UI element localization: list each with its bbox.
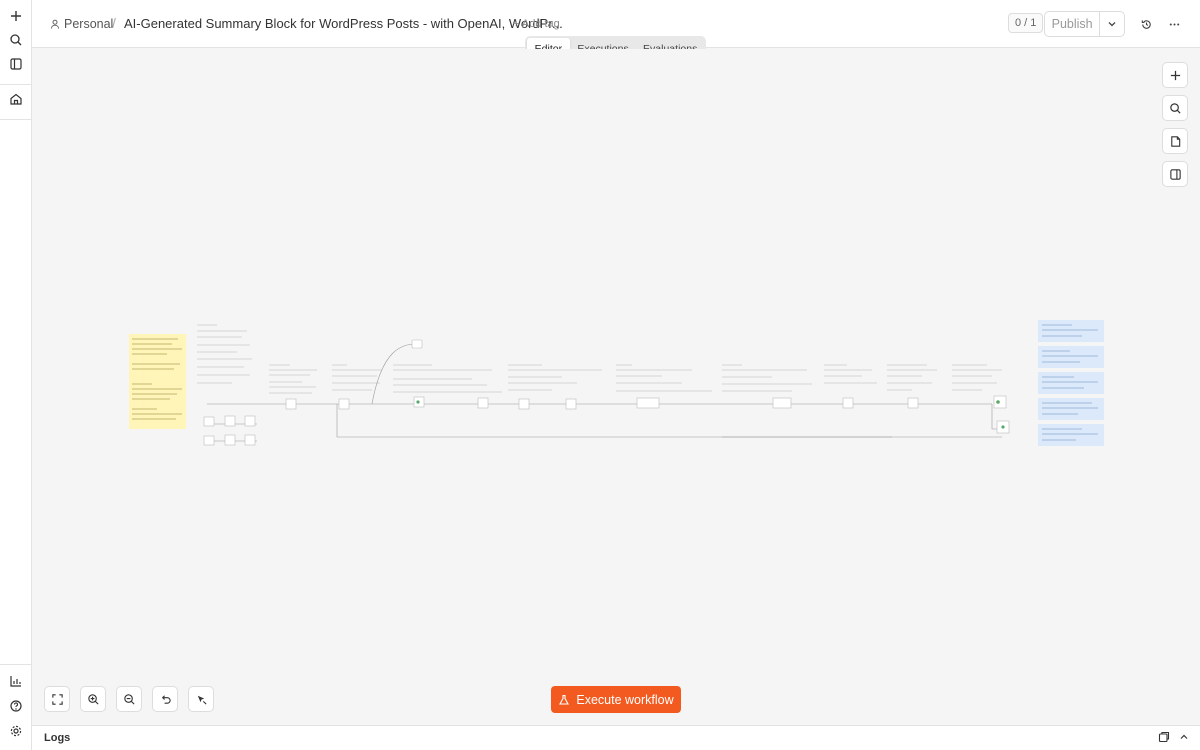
- zoom-in-icon: [87, 693, 99, 705]
- canvas-right-toolbar: [1162, 62, 1188, 187]
- sticky-note-blue: [1038, 398, 1104, 420]
- settings-gear-icon[interactable]: [4, 719, 28, 743]
- panel-right-icon: [1169, 168, 1181, 180]
- publish-group: Publish: [1044, 11, 1125, 37]
- zoom-out-icon: [123, 693, 135, 705]
- undo-button[interactable]: [152, 686, 178, 712]
- undo-icon: [161, 694, 171, 704]
- sidebar-divider: [0, 84, 31, 85]
- cursor-sparkle-icon: [197, 695, 207, 705]
- version-counter: 0 / 1: [1008, 13, 1044, 33]
- breadcrumb-project-label: Personal: [64, 17, 114, 31]
- breadcrumb-project[interactable]: Personal: [50, 17, 113, 31]
- execute-workflow-label: Execute workflow: [576, 692, 674, 707]
- home-icon[interactable]: [4, 87, 28, 111]
- flask-icon: [559, 694, 570, 705]
- execute-workflow-button[interactable]: Execute workflow: [551, 686, 681, 713]
- toggle-panel-button[interactable]: [1162, 161, 1188, 187]
- more-options-icon[interactable]: [1164, 14, 1184, 34]
- workflow-title[interactable]: AI-Generated Summary Block for WordPress…: [124, 16, 563, 31]
- insights-chart-icon[interactable]: [4, 669, 28, 693]
- chevron-down-icon: [1108, 22, 1116, 27]
- sticky-note-blue: [1038, 372, 1104, 394]
- logs-panel-bar[interactable]: Logs: [32, 725, 1200, 750]
- add-icon[interactable]: [4, 4, 28, 28]
- sticky-note-blue: [1038, 424, 1104, 446]
- left-sidebar: [0, 0, 32, 750]
- breadcrumb-separator: /: [112, 15, 116, 31]
- sidebar-divider: [0, 119, 31, 120]
- sticky-note-icon: [1170, 135, 1180, 147]
- zoom-out-button[interactable]: [116, 686, 142, 712]
- history-icon[interactable]: [1136, 14, 1156, 34]
- sidebar-divider: [0, 664, 31, 665]
- user-icon: [51, 19, 59, 29]
- canvas-bottom-toolbar: [44, 686, 214, 712]
- zoom-in-button[interactable]: [80, 686, 106, 712]
- sticky-note-yellow: [129, 334, 186, 429]
- fit-view-button[interactable]: [44, 686, 70, 712]
- sticky-note-blue: [1038, 320, 1104, 342]
- plus-icon: [1170, 70, 1180, 80]
- search-icon: [1169, 102, 1181, 114]
- pop-out-icon[interactable]: [1158, 731, 1172, 745]
- add-tag-button[interactable]: + Add tag: [513, 18, 560, 30]
- add-node-button[interactable]: [1162, 62, 1188, 88]
- search-nodes-button[interactable]: [1162, 95, 1188, 121]
- tidy-up-button[interactable]: [188, 686, 214, 712]
- fit-view-icon: [51, 693, 63, 705]
- help-icon[interactable]: [4, 694, 28, 718]
- workflow-diagram: [129, 320, 1104, 446]
- workflow-canvas[interactable]: Execute workflow: [32, 49, 1200, 725]
- chevron-up-icon[interactable]: [1178, 731, 1192, 745]
- search-icon[interactable]: [4, 28, 28, 52]
- logs-label: Logs: [44, 732, 71, 744]
- add-sticky-note-button[interactable]: [1162, 128, 1188, 154]
- sidebar-toggle-icon[interactable]: [4, 52, 28, 76]
- sticky-note-blue: [1038, 346, 1104, 368]
- publish-dropdown-button[interactable]: [1100, 12, 1124, 36]
- publish-button[interactable]: Publish: [1045, 12, 1101, 36]
